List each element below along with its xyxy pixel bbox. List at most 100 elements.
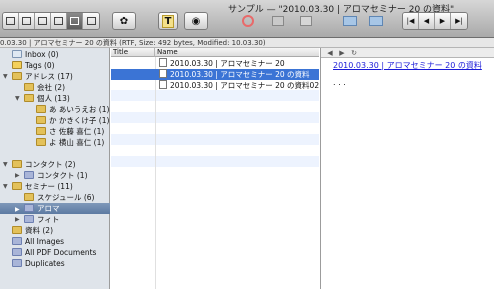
disclosure-closed-icon[interactable]: ▶ [15, 172, 20, 179]
preview-navbar: ◀ ▶ ↻ [321, 48, 494, 58]
row-name: 2010.03.30 | アロマセミナー 20 [170, 59, 285, 68]
disclosure-closed-icon[interactable]: ▶ [15, 204, 20, 215]
sidebar-item-label: Inbox (0) [25, 50, 59, 59]
view-split-icon[interactable] [51, 13, 67, 29]
preview-pane: ◀ ▶ ↻ 2010.03.30 | アロマセミナー 20 の資料 . . . [320, 48, 494, 289]
table-row-selected[interactable]: 2010.03.30 | アロマセミナー 20 の資料 [111, 69, 319, 80]
sidebar-item-label: Tags (0) [25, 61, 55, 70]
column-header-name[interactable]: Name [155, 48, 319, 57]
view-preview-icon[interactable] [67, 13, 83, 29]
sidebar-item-label: 個人 (13) [37, 94, 70, 103]
sidebar-item-contact-a[interactable]: あ あいうえお (1) [36, 104, 109, 115]
sidebar-item-label: コンタクト (1) [37, 171, 88, 180]
disclosure-open-icon[interactable]: ▼ [3, 183, 8, 190]
sidebar-item-company[interactable]: 会社 (2) [24, 82, 65, 93]
folder-icon [12, 182, 22, 190]
folder-icon [12, 226, 22, 234]
reload-icon[interactable]: ↻ [349, 48, 359, 58]
folder-icon [24, 94, 34, 102]
folder-icon [12, 72, 22, 80]
smart-group-icon [12, 248, 22, 256]
group-icon[interactable] [296, 12, 316, 30]
history-navigation[interactable]: |◀ ◀ ▶ ▶| [402, 12, 468, 30]
delete-icon[interactable] [238, 12, 258, 30]
preview-button[interactable]: ◉ [184, 12, 208, 30]
document-icon [159, 58, 167, 67]
sidebar-item-materials[interactable]: 資料 (2) [12, 225, 53, 236]
folder-icon [24, 83, 34, 91]
first-icon[interactable]: |◀ [403, 13, 419, 29]
view-list-icon[interactable] [19, 13, 35, 29]
view-columns-icon[interactable] [35, 13, 51, 29]
disclosure-open-icon[interactable]: ▼ [3, 73, 8, 80]
row-stripe [111, 90, 319, 101]
sidebar-item-label: フィト [37, 215, 60, 224]
inbox-icon [12, 50, 22, 58]
sidebar-item-label: 会社 (2) [37, 83, 66, 92]
folder-icon [36, 127, 46, 135]
toolbar: サンプル — "2010.03.30 | アロマセミナー 20 の資料" ✿ T… [0, 0, 494, 38]
row-name: 2010.03.30 | アロマセミナー 20 の資料 [170, 70, 310, 79]
column-header-title[interactable]: Title [111, 48, 155, 57]
add-document-icon[interactable] [268, 12, 288, 30]
table-row[interactable]: 2010.03.30 | アロマセミナー 20 [155, 58, 319, 69]
document-link[interactable]: 2010.03.30 | アロマセミナー 20 の資料 [333, 60, 482, 71]
sidebar-item-schedule[interactable]: スケジュール (6) [24, 192, 94, 203]
document-list: Title Name 2010.03.30 | アロマセミナー 20 2010.… [111, 48, 319, 289]
back-icon[interactable]: ◀ [325, 48, 335, 58]
sidebar: Inbox (0) Tags (0) ▼ アドレス (17) 会社 (2) ▼ … [0, 48, 110, 289]
sidebar-item-contact-sa[interactable]: さ 佐藤 喜仁 (1) [36, 126, 104, 137]
sidebar-item-contact-ka[interactable]: か かきくけ子 (1) [36, 115, 109, 126]
sidebar-item-label: スケジュール (6) [37, 193, 95, 202]
sidebar-item-label: All PDF Documents [25, 248, 97, 257]
sidebar-item-label: All Images [25, 237, 65, 246]
document-icon [159, 80, 167, 89]
sidebar-item-inbox[interactable]: Inbox (0) [12, 49, 59, 60]
folder-icon [24, 215, 34, 223]
back-icon[interactable]: ◀ [419, 13, 435, 29]
table-row[interactable]: 2010.03.30 | アロマセミナー 20 の資料02 [155, 80, 319, 91]
view-icons-icon[interactable] [3, 13, 19, 29]
row-name: 2010.03.30 | アロマセミナー 20 の資料02 [170, 81, 320, 90]
forward-icon[interactable]: ▶ [337, 48, 347, 58]
sidebar-item-seminar[interactable]: セミナー (11) [12, 181, 73, 192]
sidebar-item-personal[interactable]: 個人 (13) [24, 93, 70, 104]
sidebar-item-contact-sub[interactable]: コンタクト (1) [24, 170, 88, 181]
sidebar-item-all-pdf[interactable]: All PDF Documents [12, 247, 96, 258]
folder-icon [12, 160, 22, 168]
sidebar-item-label: コンタクト (2) [25, 160, 76, 169]
disclosure-closed-icon[interactable]: ▶ [15, 216, 20, 223]
smart-group-icon [12, 237, 22, 245]
sidebar-item-duplicates[interactable]: Duplicates [12, 258, 65, 269]
sidebar-item-label: Duplicates [25, 259, 65, 268]
text-t-icon: T [161, 14, 175, 28]
import-icon[interactable] [340, 12, 360, 30]
text-button[interactable]: T [158, 12, 178, 30]
sidebar-item-all-images[interactable]: All Images [12, 236, 64, 247]
sidebar-item-address[interactable]: アドレス (17) [12, 71, 73, 82]
document-icon [159, 69, 167, 78]
view-mode-control[interactable] [2, 12, 100, 30]
view-three-pane-icon[interactable] [83, 13, 99, 29]
sidebar-item-tags[interactable]: Tags (0) [12, 60, 55, 71]
sidebar-item-contacts[interactable]: コンタクト (2) [12, 159, 76, 170]
disclosure-open-icon[interactable]: ▼ [15, 95, 20, 102]
sidebar-item-contact-yo[interactable]: よ 横山 喜仁 (1) [36, 137, 104, 148]
folder-icon [24, 193, 34, 201]
sidebar-item-label: さ 佐藤 喜仁 (1) [49, 127, 105, 136]
sidebar-item-label: アドレス (17) [25, 72, 73, 81]
last-icon[interactable]: ▶| [451, 13, 467, 29]
forward-icon[interactable]: ▶ [435, 13, 451, 29]
disclosure-open-icon[interactable]: ▼ [3, 161, 8, 168]
action-menu-button[interactable]: ✿ [112, 12, 136, 30]
sidebar-item-phyto[interactable]: フィト [24, 214, 59, 225]
folder-icon [24, 204, 34, 212]
gear-icon: ✿ [119, 15, 129, 27]
sidebar-item-aroma[interactable]: ▶ アロマ [0, 203, 110, 214]
document-body: . . . [333, 78, 346, 87]
sidebar-item-label: アロマ [37, 204, 60, 213]
tag-icon [12, 61, 22, 69]
sidebar-item-label: 資料 (2) [25, 226, 54, 235]
sidebar-item-label: よ 横山 喜仁 (1) [49, 138, 105, 147]
export-icon[interactable] [366, 12, 386, 30]
